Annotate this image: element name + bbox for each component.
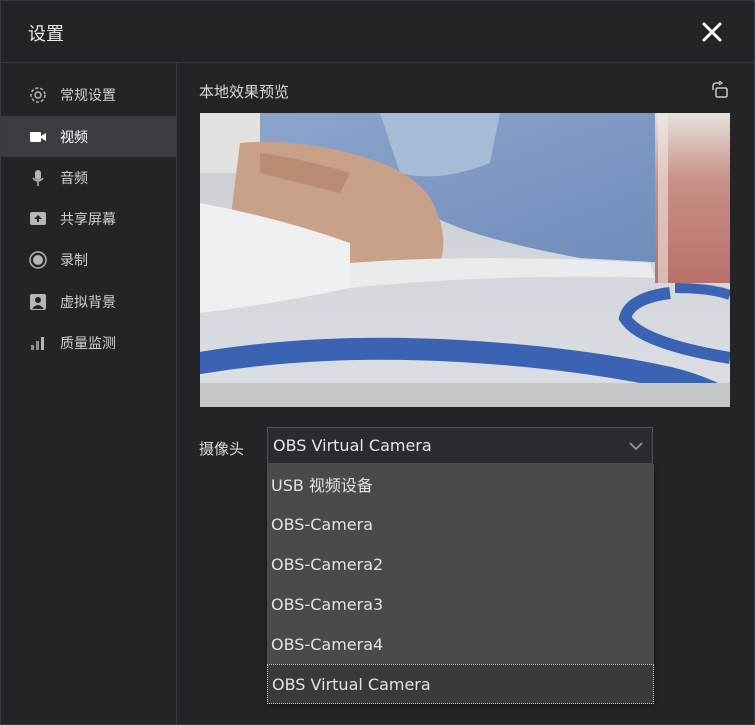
screen-share-icon — [29, 210, 47, 228]
record-icon — [29, 250, 47, 269]
sidebar-item-video[interactable]: 视频 — [1, 116, 176, 157]
preview-title: 本地效果预览 — [199, 83, 290, 101]
sidebar-item-label: 录制 — [60, 252, 88, 269]
rotate-preview-button[interactable] — [711, 80, 729, 99]
settings-sidebar: 常规设置 视频 音频 共享屏幕 录制 虚拟背景 质量监测 — [1, 63, 177, 724]
title-bar: 设置 — [1, 1, 754, 63]
sidebar-item-label: 虚拟背景 — [60, 294, 116, 311]
sidebar-item-label: 常规设置 — [60, 87, 116, 104]
gear-icon — [29, 86, 47, 104]
camera-option[interactable]: OBS-Camera2 — [267, 544, 654, 584]
chevron-down-icon — [629, 442, 643, 451]
dialog-title: 设置 — [28, 24, 64, 45]
sidebar-item-audio[interactable]: 音频 — [1, 157, 176, 198]
close-button[interactable] — [698, 18, 726, 46]
sidebar-item-label: 视频 — [60, 129, 88, 146]
sidebar-item-label: 共享屏幕 — [60, 211, 116, 228]
camera-option[interactable]: OBS-Camera4 — [267, 624, 654, 664]
camera-select-value: OBS Virtual Camera — [273, 436, 432, 455]
signal-bars-icon — [29, 334, 47, 352]
camera-option[interactable]: USB 视频设备 — [267, 464, 654, 504]
sidebar-item-screen-share[interactable]: 共享屏幕 — [1, 198, 176, 239]
sidebar-item-label: 音频 — [60, 170, 88, 187]
close-icon — [702, 22, 722, 42]
camera-label: 摄像头 — [199, 440, 245, 458]
virtual-background-icon — [29, 293, 47, 311]
camera-preview — [200, 113, 730, 407]
sidebar-item-quality[interactable]: 质量监测 — [1, 322, 176, 363]
sidebar-item-virtual-background[interactable]: 虚拟背景 — [1, 281, 176, 322]
video-settings-panel: 本地效果预览 摄像头 OBS Virtual Camera USB 视频设备 O… — [177, 63, 754, 724]
camera-preview-image — [200, 113, 730, 407]
sidebar-item-record[interactable]: 录制 — [1, 239, 176, 280]
microphone-icon — [29, 169, 47, 187]
sidebar-item-general[interactable]: 常规设置 — [1, 74, 176, 115]
rotate-icon — [712, 80, 728, 98]
video-camera-icon — [29, 128, 47, 146]
camera-option[interactable]: OBS-Camera — [267, 504, 654, 544]
sidebar-item-label: 质量监测 — [60, 335, 116, 352]
camera-option[interactable]: OBS-Camera3 — [267, 584, 654, 624]
camera-dropdown-list: USB 视频设备 OBS-Camera OBS-Camera2 OBS-Came… — [267, 464, 654, 704]
camera-select[interactable]: OBS Virtual Camera — [267, 427, 653, 464]
camera-option-selected[interactable]: OBS Virtual Camera — [267, 664, 654, 704]
settings-dialog: 设置 常规设置 视频 音频 共享屏幕 录制 虚拟背景 质量监测 本地效果预览 摄… — [0, 0, 755, 725]
